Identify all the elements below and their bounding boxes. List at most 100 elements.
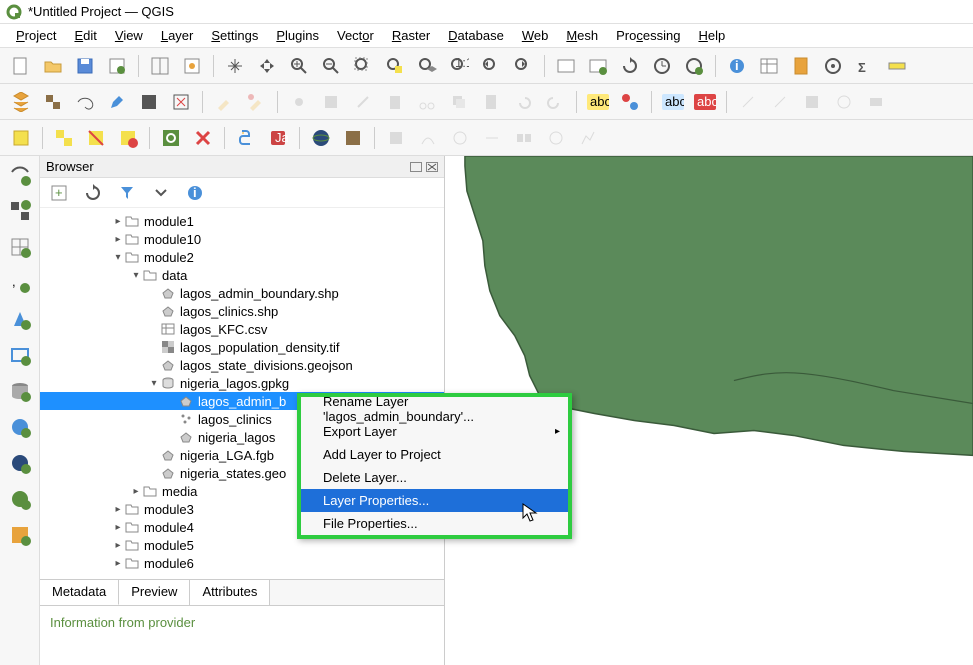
zoom-next-icon[interactable] (510, 53, 536, 79)
tree-caret-icon[interactable]: ▸ (112, 234, 124, 245)
context-menu-item[interactable]: Delete Layer... (301, 466, 568, 489)
open-project-icon[interactable] (40, 53, 66, 79)
panel-undock-icon[interactable] (410, 162, 422, 172)
context-menu-item[interactable]: Rename Layer 'lagos_admin_boundary'... (301, 397, 568, 420)
menu-project[interactable]: Project (8, 26, 64, 45)
statistics-icon[interactable]: Σ (852, 53, 878, 79)
vector-layer-icon[interactable] (8, 89, 34, 115)
temporal-nav-icon[interactable] (681, 53, 707, 79)
tree-item[interactable]: lagos_admin_boundary.shp (40, 284, 444, 302)
zoom-last-icon[interactable] (478, 53, 504, 79)
context-menu-item[interactable]: Layer Properties... (301, 489, 568, 512)
tree-item[interactable]: lagos_state_divisions.geojson (40, 356, 444, 374)
save-edits-icon[interactable] (243, 89, 269, 115)
invert-selection-icon[interactable] (115, 125, 141, 151)
context-menu-item[interactable]: File Properties... (301, 512, 568, 535)
osm-place-search-icon[interactable] (158, 125, 184, 151)
zoom-native-icon[interactable]: 1:1 (446, 53, 472, 79)
identify-icon[interactable]: i (724, 53, 750, 79)
tree-caret-icon[interactable]: ▾ (148, 378, 160, 389)
tab-metadata[interactable]: Metadata (40, 580, 119, 605)
menu-edit[interactable]: Edit (66, 26, 104, 45)
tree-caret-icon[interactable]: ▸ (130, 486, 142, 497)
python-console-icon[interactable] (233, 125, 259, 151)
select-features-icon[interactable] (8, 125, 34, 151)
qgis2web-icon[interactable] (340, 125, 366, 151)
temporal-controller-icon[interactable] (649, 53, 675, 79)
tree-item[interactable]: ▸module1 (40, 212, 444, 230)
toggle-editing-icon[interactable] (211, 89, 237, 115)
add-xyz-icon[interactable] (7, 450, 33, 476)
save-project-icon[interactable] (72, 53, 98, 79)
tree-caret-icon[interactable]: ▸ (112, 504, 124, 515)
raster-layer-icon[interactable] (40, 89, 66, 115)
tree-caret-icon[interactable]: ▾ (112, 252, 124, 263)
menu-vector[interactable]: Vector (329, 26, 382, 45)
zoom-in-icon[interactable] (286, 53, 312, 79)
new-project-icon[interactable] (8, 53, 34, 79)
metasearch-icon[interactable] (308, 125, 334, 151)
add-wms-icon[interactable] (7, 414, 33, 440)
add-wfs-icon[interactable] (7, 522, 33, 548)
new-map-view-icon[interactable] (553, 53, 579, 79)
menu-plugins[interactable]: Plugins (268, 26, 327, 45)
tree-caret-icon[interactable]: ▾ (130, 270, 142, 281)
zoom-full-icon[interactable] (350, 53, 376, 79)
processing-toolbox-icon[interactable] (820, 53, 846, 79)
refresh-icon[interactable] (617, 53, 643, 79)
pan-to-selection-icon[interactable] (254, 53, 280, 79)
collapse-all-icon[interactable] (148, 180, 174, 206)
pan-icon[interactable] (222, 53, 248, 79)
context-menu-item[interactable]: Export Layer▸ (301, 420, 568, 443)
add-mesh-layer-icon[interactable] (7, 234, 33, 260)
menu-processing[interactable]: Processing (608, 26, 688, 45)
tree-item[interactable]: ▾module2 (40, 248, 444, 266)
measure-icon[interactable] (884, 53, 910, 79)
label-settings-icon[interactable] (617, 89, 643, 115)
gps-tools-icon[interactable] (136, 89, 162, 115)
label-abc3-icon[interactable]: abc (692, 89, 718, 115)
zoom-layer-icon[interactable] (414, 53, 440, 79)
label-abc2-icon[interactable]: abc (660, 89, 686, 115)
tree-caret-icon[interactable]: ▸ (112, 558, 124, 569)
tree-item[interactable]: lagos_clinics.shp (40, 302, 444, 320)
zoom-selection-icon[interactable] (382, 53, 408, 79)
tree-item[interactable]: ▾nigeria_lagos.gpkg (40, 374, 444, 392)
plugin-icon[interactable]: Ja (265, 125, 291, 151)
tree-item[interactable]: ▸module10 (40, 230, 444, 248)
tab-attributes[interactable]: Attributes (190, 580, 270, 605)
tree-item[interactable]: ▸module6 (40, 554, 444, 572)
new-3d-view-icon[interactable] (585, 53, 611, 79)
refresh-browser-icon[interactable] (80, 180, 106, 206)
select-all-icon[interactable] (51, 125, 77, 151)
menu-settings[interactable]: Settings (203, 26, 266, 45)
mesh-layer-icon[interactable] (72, 89, 98, 115)
context-menu-item[interactable]: Add Layer to Project (301, 443, 568, 466)
add-spatialite-icon[interactable] (7, 306, 33, 332)
label-abc-icon[interactable]: abc (585, 89, 611, 115)
add-postgis-icon[interactable] (7, 378, 33, 404)
add-virtual-layer-icon[interactable] (7, 342, 33, 368)
add-raster-layer-icon[interactable] (7, 198, 33, 224)
add-vector-layer-icon[interactable] (7, 162, 33, 188)
tree-caret-icon[interactable]: ▸ (112, 522, 124, 533)
properties-widget-icon[interactable]: i (182, 180, 208, 206)
deselect-icon[interactable] (83, 125, 109, 151)
menu-raster[interactable]: Raster (384, 26, 438, 45)
layout-manager-icon[interactable] (147, 53, 173, 79)
menu-mesh[interactable]: Mesh (558, 26, 606, 45)
quickmapservices-icon[interactable] (190, 125, 216, 151)
menu-web[interactable]: Web (514, 26, 557, 45)
add-delimited-text-icon[interactable]: , (7, 270, 33, 296)
georeferencer-icon[interactable] (168, 89, 194, 115)
menu-database[interactable]: Database (440, 26, 512, 45)
menu-view[interactable]: View (107, 26, 151, 45)
tab-preview[interactable]: Preview (119, 580, 190, 605)
attribute-table-icon[interactable] (756, 53, 782, 79)
panel-close-icon[interactable] (426, 162, 438, 172)
add-layer-icon[interactable]: + (46, 180, 72, 206)
filter-browser-icon[interactable] (114, 180, 140, 206)
tree-caret-icon[interactable]: ▸ (112, 540, 124, 551)
style-manager-icon[interactable] (179, 53, 205, 79)
add-wcs-icon[interactable] (7, 486, 33, 512)
